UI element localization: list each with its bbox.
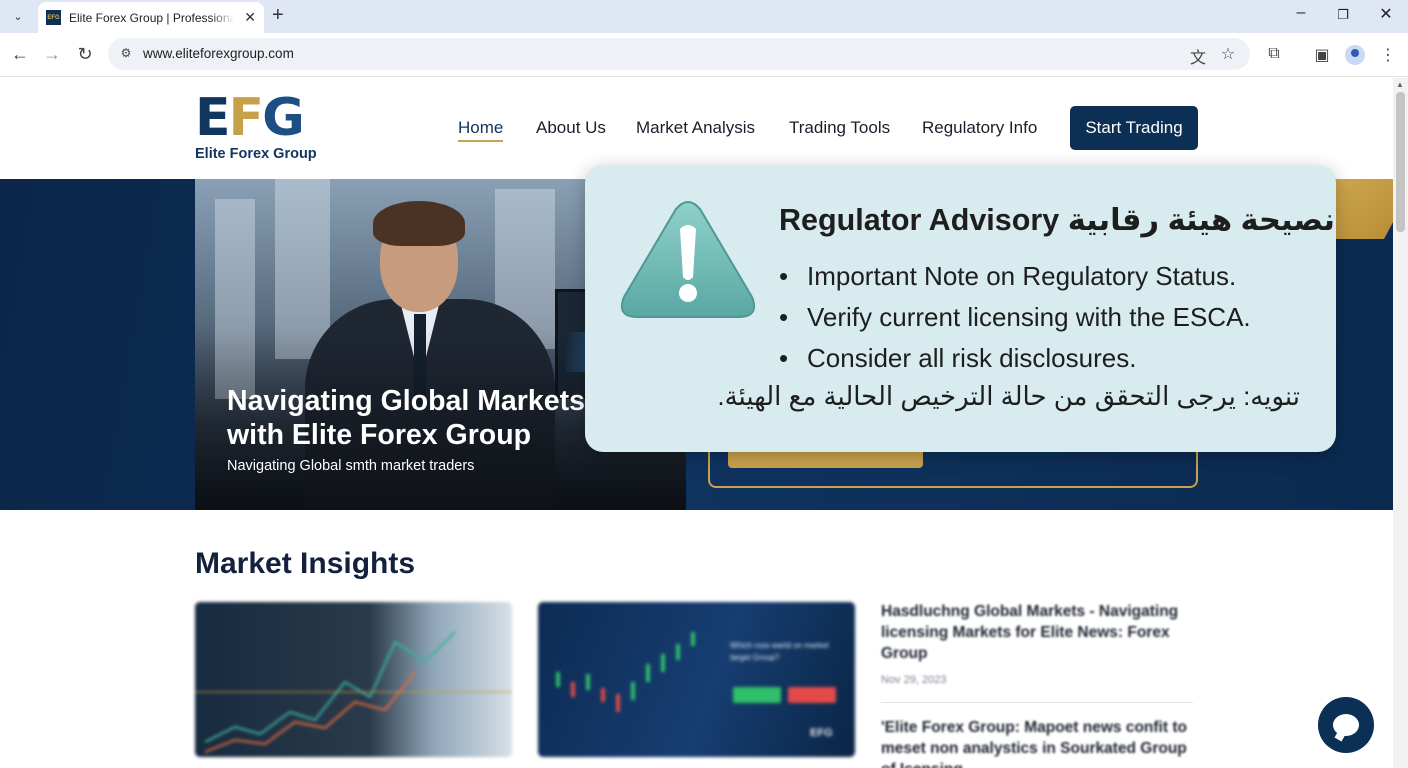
tab-search-icon[interactable]: ⌄ [6, 5, 30, 27]
chat-bubble-icon [1333, 714, 1359, 736]
advisory-arabic-note: تنويه: يرجى التحقق من حالة الترخيص الحال… [717, 381, 1300, 411]
start-trading-button[interactable]: Start Trading [1070, 106, 1198, 150]
nav-about-us[interactable]: About Us [536, 118, 606, 142]
buy-button[interactable] [733, 687, 781, 703]
tab-strip: ⌄ EFG Elite Forex Group | Professional F… [0, 0, 1408, 33]
back-icon[interactable]: ← [9, 43, 31, 65]
chat-button[interactable] [1318, 697, 1374, 753]
card-logo: EFG [810, 727, 833, 739]
logo-mark: EFG [195, 88, 305, 148]
address-bar[interactable]: ⚙ www.eliteforexgroup.com 文 ☆ [108, 38, 1250, 70]
divider [881, 702, 1193, 703]
tab-favicon: EFG [46, 10, 61, 25]
url-text[interactable]: www.eliteforexgroup.com [143, 46, 294, 61]
hero-subtitle: Navigating Global smth market traders [227, 458, 475, 474]
advisory-item: Important Note on Regulatory Status. [779, 258, 1319, 299]
section-title: Market Insights [195, 547, 416, 580]
regulator-advisory-popup: Regulator Advisory نصيحة هيئة رقابية Imp… [585, 165, 1336, 452]
insight-card-image[interactable] [195, 602, 512, 757]
site-info-icon[interactable]: ⚙ [118, 46, 134, 62]
news-headline[interactable]: 'Elite Forex Group: Mapoet news confit t… [881, 717, 1193, 768]
forward-icon[interactable]: → [41, 43, 63, 65]
advisory-item: Consider all risk disclosures. [779, 340, 1319, 381]
nav-market-analysis[interactable]: Market Analysis [636, 118, 755, 142]
news-date: Nov 29, 2023 [881, 674, 947, 686]
candlestick-chart [195, 631, 512, 753]
hero-title: Navigating Global Markets with Elite For… [227, 385, 585, 451]
nav-home[interactable]: Home [458, 118, 504, 142]
nav-trading-tools[interactable]: Trading Tools [789, 118, 890, 142]
browser-toolbar: ← → ↻ ⚙ www.eliteforexgroup.com 文 ☆ ⧉ ▣ … [0, 33, 1408, 77]
scrollbar[interactable]: ▲ [1393, 78, 1408, 768]
scrollbar-thumb[interactable] [1396, 92, 1405, 232]
close-icon[interactable]: ✕ [244, 9, 256, 26]
news-headline[interactable]: Hasdluchng Global Markets - Navigating l… [881, 601, 1193, 664]
window-close-icon[interactable]: ✕ [1371, 4, 1401, 24]
restore-icon[interactable]: ❐ [1328, 7, 1358, 23]
card-label: Which ross warld on market target Group? [730, 641, 829, 662]
warning-triangle-icon [620, 201, 756, 318]
profile-icon[interactable] [1345, 45, 1365, 65]
logo-text: Elite Forex Group [195, 146, 317, 162]
new-tab-icon[interactable]: + [272, 4, 284, 27]
scroll-up-icon[interactable]: ▲ [1396, 80, 1404, 89]
sell-button[interactable] [788, 687, 836, 703]
menu-icon[interactable]: ⋮ [1377, 45, 1399, 65]
bookmark-star-icon[interactable]: ☆ [1218, 44, 1238, 64]
tab-title: Elite Forex Group | Professional Forex [69, 10, 235, 25]
side-panel-icon[interactable]: ▣ [1311, 45, 1333, 65]
advisory-title: Regulator Advisory نصيحة هيئة رقابية [779, 203, 1335, 237]
advisory-item: Verify current licensing with the ESCA. [779, 299, 1319, 340]
insight-card-trading[interactable]: Which ross warld on market target Group?… [538, 602, 855, 757]
reload-icon[interactable]: ↻ [74, 43, 96, 65]
translate-icon[interactable]: 文 [1188, 44, 1208, 68]
extensions-icon[interactable]: ⧉ [1263, 45, 1285, 63]
nav-regulatory-info[interactable]: Regulatory Info [922, 118, 1037, 142]
minimize-icon[interactable]: – [1286, 4, 1316, 22]
site-logo[interactable]: EFG Elite Forex Group [195, 92, 325, 164]
browser-tab[interactable]: EFG Elite Forex Group | Professional For… [38, 2, 264, 33]
candlestick-chart [556, 632, 695, 712]
advisory-list: Important Note on Regulatory Status. Ver… [779, 258, 1319, 381]
